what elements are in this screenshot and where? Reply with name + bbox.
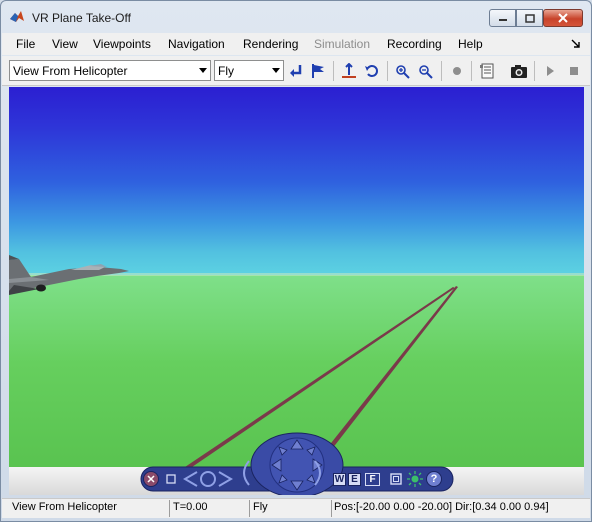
menu-simulation[interactable]: Simulation bbox=[314, 37, 370, 51]
status-time: T=0.00 bbox=[173, 501, 208, 513]
snapshot-button[interactable] bbox=[509, 61, 529, 81]
close-icon bbox=[558, 13, 568, 23]
create-viewpoint-button[interactable] bbox=[308, 61, 328, 81]
status-position: Pos:[-20.00 0.00 -20.00] Dir:[0.34 0.00 … bbox=[334, 501, 549, 513]
straighten-up-icon bbox=[342, 63, 356, 78]
menu-navigation[interactable]: Navigation bbox=[168, 37, 225, 51]
rotate-left-button[interactable] bbox=[183, 470, 199, 488]
status-divider bbox=[331, 500, 332, 517]
dock-arrow-icon[interactable] bbox=[571, 39, 581, 49]
menu-viewpoints[interactable]: Viewpoints bbox=[93, 37, 151, 51]
chevron-down-icon bbox=[272, 68, 280, 73]
tilt-right-button[interactable] bbox=[313, 459, 327, 487]
minimize-button[interactable] bbox=[489, 9, 516, 27]
undo-move-icon bbox=[365, 65, 378, 77]
return-to-viewpoint-button[interactable] bbox=[286, 61, 306, 81]
headlight-button[interactable] bbox=[407, 471, 423, 487]
toolbar-separator bbox=[333, 61, 334, 81]
status-bar: View From Helicopter T=0.00 Fly Pos:[-20… bbox=[2, 498, 590, 518]
fullscreen-button[interactable] bbox=[389, 472, 403, 486]
viewpoint-select[interactable]: View From Helicopter bbox=[9, 60, 211, 81]
close-button[interactable] bbox=[543, 9, 583, 27]
headlight-icon bbox=[407, 471, 423, 487]
toolbar-separator bbox=[534, 61, 535, 81]
examine-mode-button[interactable]: E bbox=[348, 473, 361, 486]
help-button[interactable]: ? bbox=[426, 471, 442, 487]
toolbar: View From Helicopter Fly bbox=[2, 56, 590, 86]
zoom-in-icon bbox=[396, 65, 410, 79]
navigation-mode-value: Fly bbox=[218, 64, 234, 78]
navigation-mode-select[interactable]: Fly bbox=[214, 60, 284, 81]
minimize-icon bbox=[498, 19, 507, 21]
minimize-panel-button[interactable] bbox=[164, 472, 178, 486]
zoom-out-icon bbox=[419, 65, 433, 79]
return-to-viewpoint-icon bbox=[290, 65, 302, 77]
snapshot-camera-icon bbox=[511, 65, 527, 78]
zoom-out-button[interactable] bbox=[416, 61, 436, 81]
status-viewpoint: View From Helicopter bbox=[12, 501, 117, 513]
create-viewpoint-icon bbox=[312, 64, 324, 78]
maximize-button[interactable] bbox=[516, 9, 543, 27]
fullscreen-icon bbox=[390, 473, 402, 485]
properties-button[interactable] bbox=[477, 61, 497, 81]
record-icon bbox=[453, 67, 461, 75]
stop-simulation-icon bbox=[570, 67, 578, 75]
application-window: VR Plane Take-Off File View Viewpoints N… bbox=[0, 0, 592, 522]
menu-help[interactable]: Help bbox=[458, 37, 483, 51]
fly-mode-button[interactable]: F bbox=[365, 473, 380, 486]
zoom-in-button[interactable] bbox=[393, 61, 413, 81]
toolbar-separator bbox=[441, 61, 442, 81]
arrow-left-icon bbox=[183, 471, 198, 487]
record-button[interactable] bbox=[447, 61, 467, 81]
start-simulation-button[interactable] bbox=[540, 61, 560, 81]
menu-recording[interactable]: Recording bbox=[387, 37, 442, 51]
properties-icon bbox=[480, 63, 494, 79]
maximize-icon bbox=[524, 13, 535, 23]
rotate-right-button[interactable] bbox=[217, 470, 233, 488]
chevron-down-icon bbox=[199, 68, 207, 73]
straighten-up-button[interactable] bbox=[339, 61, 359, 81]
viewpoint-select-value: View From Helicopter bbox=[13, 64, 128, 78]
arrow-right-icon bbox=[218, 471, 233, 487]
menu-rendering[interactable]: Rendering bbox=[243, 37, 298, 51]
close-panel-button[interactable] bbox=[143, 471, 159, 487]
status-divider bbox=[249, 500, 250, 517]
menu-view[interactable]: View bbox=[52, 37, 78, 51]
tilt-left-button[interactable] bbox=[237, 459, 251, 487]
toolbar-separator bbox=[387, 61, 388, 81]
reset-view-button[interactable] bbox=[200, 471, 216, 487]
window-title: VR Plane Take-Off bbox=[32, 11, 131, 25]
question-mark-icon: ? bbox=[430, 473, 438, 485]
walk-mode-button[interactable]: W bbox=[333, 473, 346, 486]
status-mode: Fly bbox=[253, 501, 268, 513]
menu-bar: File View Viewpoints Navigation Renderin… bbox=[2, 33, 590, 55]
title-bar[interactable]: VR Plane Take-Off bbox=[1, 1, 591, 33]
menu-file[interactable]: File bbox=[16, 37, 35, 51]
airplane-model bbox=[9, 255, 129, 295]
undo-move-button[interactable] bbox=[362, 61, 382, 81]
bracket-left-icon bbox=[243, 460, 250, 486]
minimize-icon bbox=[166, 474, 176, 484]
toolbar-separator bbox=[471, 61, 472, 81]
status-divider bbox=[169, 500, 170, 517]
stop-simulation-button[interactable] bbox=[564, 61, 584, 81]
close-icon bbox=[147, 475, 155, 483]
bracket-right-icon bbox=[314, 460, 321, 486]
vr-scene-viewport[interactable]: W E F ? bbox=[9, 87, 584, 495]
start-simulation-icon bbox=[547, 66, 554, 76]
matlab-logo-icon bbox=[10, 11, 24, 22]
